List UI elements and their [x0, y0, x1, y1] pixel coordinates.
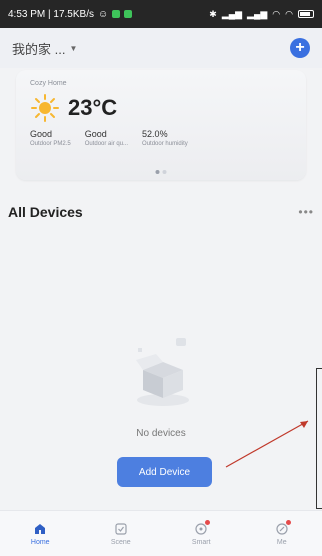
- home-selector[interactable]: 我的家 ... ▼: [12, 39, 77, 58]
- page-dot-active: [155, 170, 160, 174]
- metric-humidity: 52.0% Outdoor humidity: [142, 129, 188, 147]
- signal-icon-2: ▂▄▆: [247, 8, 268, 19]
- wifi-icon-2: ◠: [285, 8, 293, 19]
- nav-smart[interactable]: Smart: [161, 511, 242, 556]
- bottom-nav: Home Scene Smart Me: [0, 510, 322, 556]
- me-icon-wrapper: [275, 519, 291, 536]
- notification-badge: [205, 519, 211, 525]
- battery-icon: [298, 10, 314, 18]
- metric-value: Good: [84, 129, 107, 139]
- nav-label: Scene: [110, 538, 131, 546]
- app-notification-icon: [112, 10, 121, 18]
- card-title: Cozy Home: [30, 80, 67, 87]
- annotation-bracket: [316, 368, 322, 509]
- metric-value: 52.0%: [142, 129, 168, 139]
- app-notification-icon-2: [124, 10, 133, 18]
- metric-air-quality: Good Outdoor air qu...: [85, 129, 128, 147]
- annotation-arrow: [225, 420, 309, 468]
- metric-pm25: Good Outdoor PM2.5: [30, 129, 71, 147]
- nav-home[interactable]: Home: [0, 511, 81, 556]
- app-header: 我的家 ... ▼ +: [0, 28, 322, 68]
- status-time: 4:53 PM | 17.5KB/s: [8, 8, 94, 20]
- home-name: 我的家 ...: [12, 41, 66, 57]
- notification-icon: ☺: [97, 8, 109, 20]
- nav-me[interactable]: Me: [242, 511, 322, 556]
- add-icon[interactable]: +: [290, 38, 310, 58]
- metric-label: Outdoor PM2.5: [30, 141, 71, 147]
- devices-title: All Devices: [8, 204, 83, 220]
- chevron-down-icon: ▼: [69, 43, 78, 53]
- more-horizontal-icon[interactable]: •••: [298, 205, 314, 219]
- bluetooth-icon: ✱: [209, 8, 217, 19]
- weather-metrics: Good Outdoor PM2.5 Good Outdoor air qu..…: [30, 129, 292, 147]
- status-bar: 4:53 PM | 17.5KB/s ☺ ✱ ▂▄▆ ▂▄▆ ◠ ◠: [0, 0, 322, 28]
- weather-main: 23°C: [30, 93, 292, 123]
- nav-label: Home: [30, 538, 50, 546]
- nav-label: Smart: [191, 538, 211, 546]
- nav-label: Me: [276, 538, 287, 546]
- wifi-icon: ◠: [272, 8, 281, 19]
- temperature: 23°C: [68, 95, 118, 120]
- smart-icon-wrapper: [194, 519, 211, 536]
- nav-scene[interactable]: Scene: [81, 511, 162, 556]
- weather-card[interactable]: Cozy Home 23°C Good Outdoor PM2.5 Good O…: [16, 70, 306, 180]
- page-indicator: [155, 170, 167, 174]
- page-dot: [162, 170, 167, 174]
- devices-header: All Devices •••: [0, 200, 322, 224]
- sun-icon: [31, 94, 59, 122]
- metric-label: Outdoor humidity: [142, 141, 188, 147]
- signal-icon: ▂▄▆: [221, 8, 243, 19]
- status-left: 4:53 PM | 17.5KB/s ☺: [8, 8, 133, 20]
- metric-value: Good: [30, 129, 53, 139]
- home-icon: [35, 523, 46, 534]
- add-device-button[interactable]: Add Device: [117, 457, 212, 487]
- scene-checkbox-icon: [115, 522, 127, 535]
- notification-badge: [285, 519, 291, 525]
- metric-label: Outdoor air qu...: [84, 141, 129, 147]
- empty-box-icon: [136, 338, 189, 406]
- status-right: ✱ ▂▄▆ ▂▄▆ ◠ ◠: [209, 9, 314, 20]
